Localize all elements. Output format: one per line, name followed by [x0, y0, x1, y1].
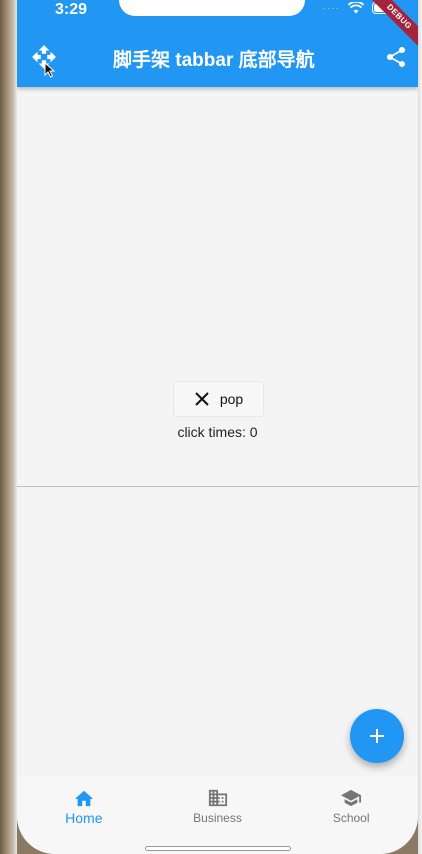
home-indicator: [145, 846, 291, 851]
add-fab[interactable]: [350, 709, 404, 763]
divider: [17, 486, 418, 487]
close-icon: [195, 392, 209, 406]
mouse-cursor-icon: [44, 62, 56, 78]
app-screen: 3:29 ···· DEBUG 脚手架 tabbar 底部导航 pop clic…: [17, 0, 418, 854]
signal-icon: ····: [322, 2, 340, 14]
page-title: 脚手架 tabbar 底部导航: [113, 50, 315, 71]
click-times-text: click times: 0: [177, 424, 258, 440]
wifi-icon: [348, 2, 364, 14]
share-button[interactable]: [384, 45, 408, 69]
device-frame-right: [418, 0, 422, 854]
bottom-navigation: Home Business School: [17, 776, 418, 854]
business-icon: [208, 789, 227, 807]
app-bar: 3:29 ···· DEBUG 脚手架 tabbar 底部导航: [17, 0, 418, 87]
device-notch: [119, 0, 305, 16]
nav-label-home: Home: [65, 810, 103, 826]
share-icon: [387, 47, 405, 67]
status-time: 3:29: [55, 1, 88, 18]
add-icon: [370, 729, 384, 743]
home-icon: [74, 790, 93, 807]
nav-item-business[interactable]: Business: [151, 776, 285, 854]
nav-item-school[interactable]: School: [284, 776, 418, 854]
nav-label-school: School: [332, 811, 370, 825]
device-frame-left: [0, 0, 17, 854]
nav-label-business: Business: [193, 811, 242, 825]
pop-button-label: pop: [219, 391, 244, 407]
school-icon: [341, 789, 362, 807]
pop-button[interactable]: pop: [173, 381, 264, 417]
nav-item-home[interactable]: Home: [17, 776, 151, 854]
